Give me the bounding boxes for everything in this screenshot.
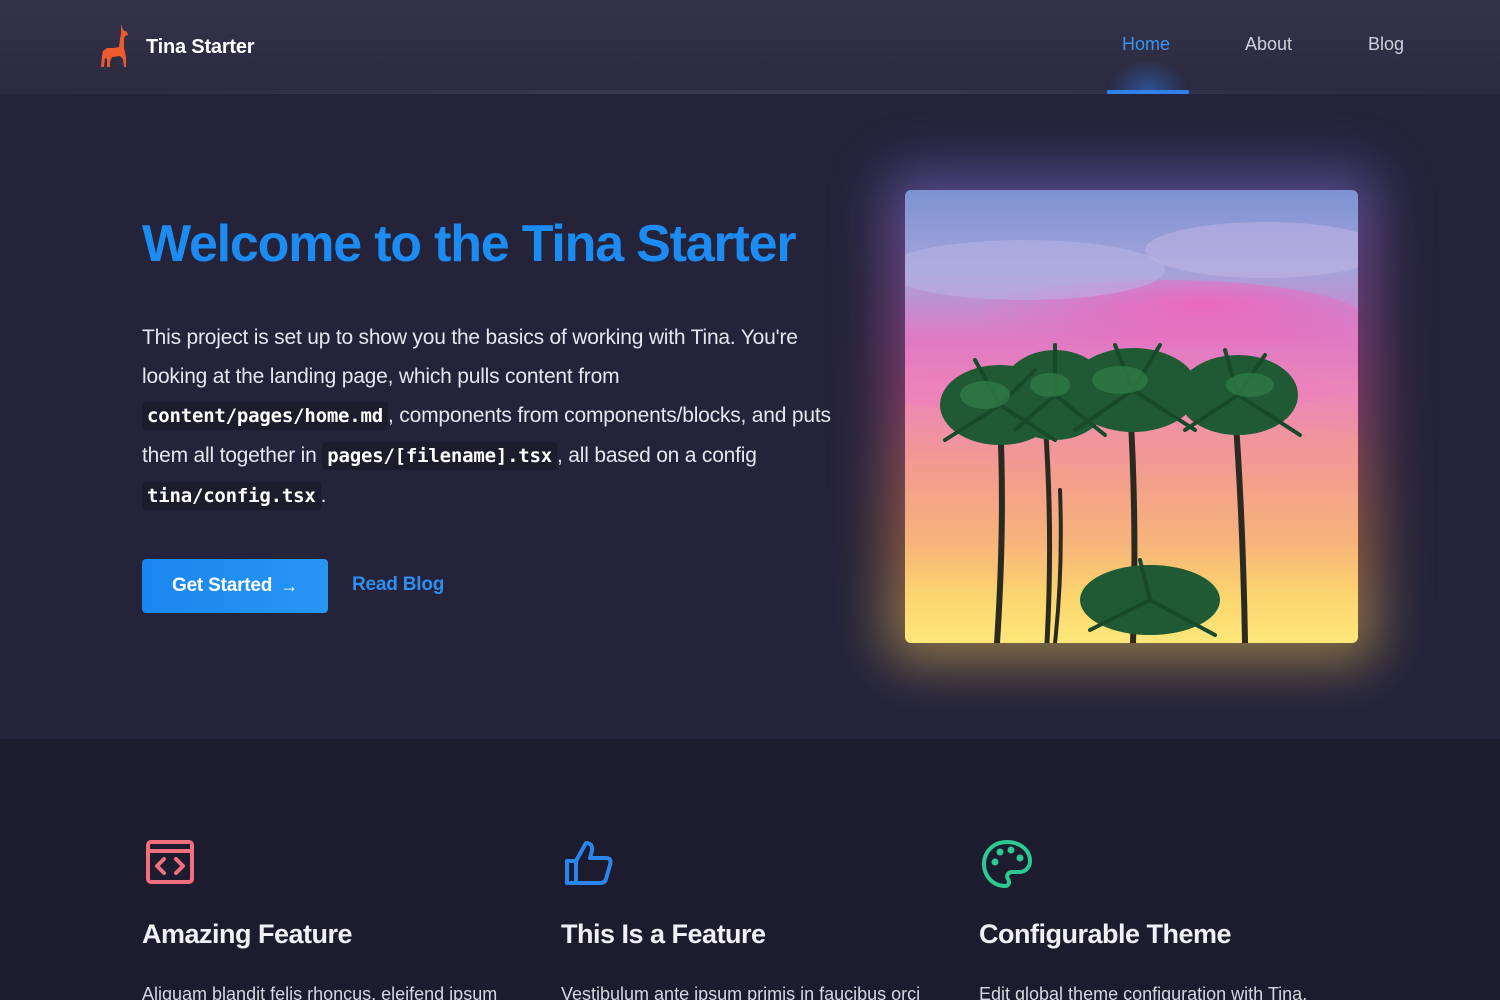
get-started-button[interactable]: Get Started → — [142, 559, 328, 613]
code-window-icon — [142, 839, 198, 889]
brand-name: Tina Starter — [146, 35, 255, 58]
feature-text: Aliquam blandit felis rhoncus, eleifend … — [142, 984, 498, 1000]
palm-trees-sunset-image — [905, 190, 1358, 643]
arrow-right-icon: → — [280, 575, 299, 596]
palette-icon — [979, 839, 1035, 889]
inline-code: tina/config.tsx — [142, 482, 321, 510]
feature-title: This Is a Feature — [561, 919, 766, 949]
nav-active-glow — [1107, 60, 1189, 90]
brand-link[interactable]: Tina Starter — [100, 24, 255, 70]
nav-item-blog[interactable]: Blog — [1368, 34, 1404, 55]
thumbs-up-icon — [561, 839, 617, 889]
features-section: Amazing Feature Aliquam blandit felis rh… — [0, 739, 1500, 1000]
feature-title: Configurable Theme — [979, 919, 1232, 949]
hero-text-part: . — [320, 484, 327, 507]
read-blog-link[interactable]: Read Blog — [352, 574, 444, 596]
inline-code: pages/[filename].tsx — [322, 442, 558, 470]
nav-active-indicator — [1107, 90, 1189, 94]
nav-item-about[interactable]: About — [1245, 34, 1292, 55]
llama-icon — [100, 24, 136, 70]
hero-image — [905, 190, 1358, 643]
get-started-label: Get Started — [171, 575, 273, 596]
site-header: Tina Starter Home About Blog — [0, 0, 1500, 94]
feature-text: Edit global theme configuration with Tin… — [979, 984, 1308, 1000]
inline-code: content/pages/home.md — [142, 402, 389, 430]
nav-item-home[interactable]: Home — [1122, 34, 1170, 55]
feature-text: Vestibulum ante ipsum primis in faucibus… — [561, 984, 921, 1000]
hero-text-part: This project is set up to show you the b… — [142, 326, 798, 388]
feature-title: Amazing Feature — [142, 919, 353, 949]
hero-text-part: , all based on a config — [557, 444, 757, 467]
hero-title: Welcome to the Tina Starter — [142, 215, 797, 273]
hero-description: This project is set up to show you the b… — [142, 318, 842, 516]
header-divider — [0, 90, 1500, 94]
